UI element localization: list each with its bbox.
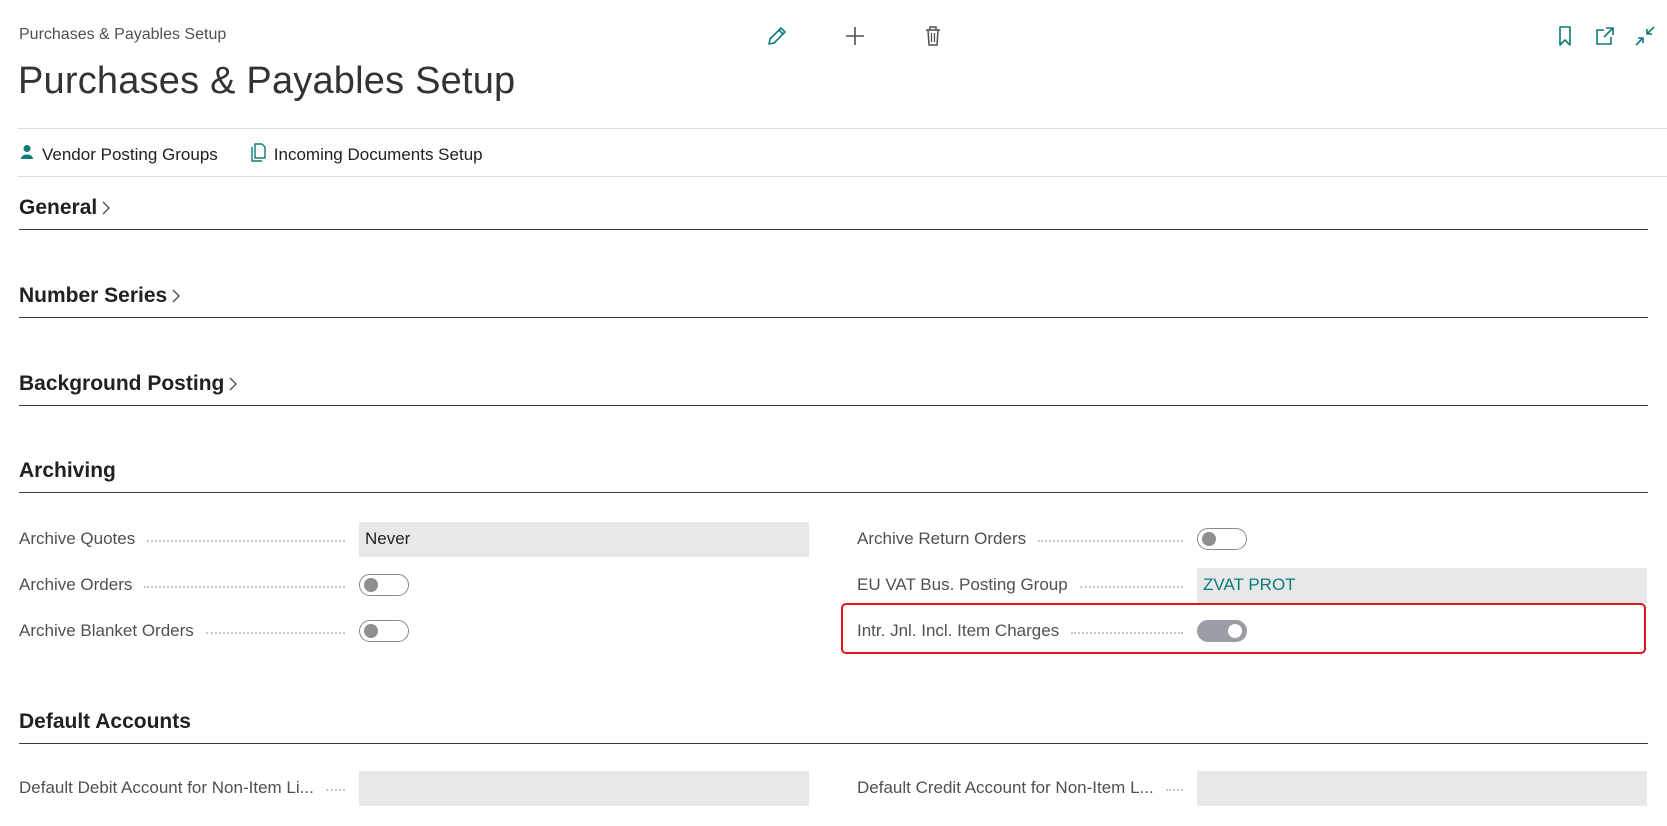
person-icon xyxy=(20,144,34,165)
field-label: Archive Orders xyxy=(19,575,133,594)
trash-icon[interactable] xyxy=(916,22,950,50)
toggle-cell xyxy=(359,574,809,596)
dotted-leader xyxy=(1165,789,1183,791)
section-background-posting[interactable]: Background Posting xyxy=(19,372,1648,406)
pencil-icon[interactable] xyxy=(760,22,794,50)
eu-vat-bus-posting-group-input[interactable]: ZVAT PROT xyxy=(1197,567,1647,603)
section-title: Default Accounts xyxy=(19,710,191,733)
action-label: Incoming Documents Setup xyxy=(273,144,483,164)
default-debit-account-input[interactable] xyxy=(359,770,809,806)
dotted-leader xyxy=(144,586,345,588)
archive-return-orders-field: Archive Return Orders xyxy=(857,521,1647,557)
field-label: Archive Blanket Orders xyxy=(19,621,194,640)
archive-orders-field: Archive Orders xyxy=(19,567,809,603)
dotted-leader xyxy=(205,632,345,634)
breadcrumb: Purchases & Payables Setup xyxy=(19,26,227,43)
field-label: Archive Quotes xyxy=(19,529,136,548)
divider xyxy=(18,128,1667,129)
window-toolbar xyxy=(1551,22,1659,50)
default-credit-account-input[interactable] xyxy=(1197,770,1647,806)
field-label: Default Debit Account for Non-Item Li... xyxy=(19,778,314,797)
archive-blanket-orders-field: Archive Blanket Orders xyxy=(19,613,809,649)
bookmark-icon[interactable] xyxy=(1551,22,1579,50)
section-general[interactable]: General xyxy=(19,196,1648,230)
dotted-leader xyxy=(147,540,345,542)
archive-orders-toggle[interactable] xyxy=(359,574,409,596)
page-title: Purchases & Payables Setup xyxy=(18,60,516,102)
field-label: Archive Return Orders xyxy=(857,529,1027,548)
toggle-cell xyxy=(359,620,809,642)
section-title: General xyxy=(19,196,111,220)
page-toolbar xyxy=(760,22,950,50)
divider xyxy=(18,176,1667,177)
field-label: Default Credit Account for Non-Item L... xyxy=(857,778,1154,797)
dotted-leader xyxy=(1079,586,1183,588)
open-new-window-icon[interactable] xyxy=(1591,22,1619,50)
section-number-series[interactable]: Number Series xyxy=(19,284,1648,318)
section-title: Background Posting xyxy=(19,372,238,396)
dotted-leader xyxy=(1038,540,1183,542)
chevron-right-icon xyxy=(172,289,181,303)
section-title: Number Series xyxy=(19,284,181,308)
action-bar: Vendor Posting Groups Incoming Documents… xyxy=(20,142,483,167)
archive-return-orders-toggle[interactable] xyxy=(1197,528,1247,550)
eu-vat-bus-posting-group-field: EU VAT Bus. Posting Group ZVAT PROT xyxy=(857,567,1647,603)
field-label: EU VAT Bus. Posting Group xyxy=(857,575,1068,594)
plus-icon[interactable] xyxy=(838,22,872,50)
default-credit-account-field: Default Credit Account for Non-Item L... xyxy=(857,770,1647,806)
default-debit-account-field: Default Debit Account for Non-Item Li... xyxy=(19,770,809,806)
dotted-leader xyxy=(1071,632,1183,634)
archive-quotes-field: Archive Quotes Never xyxy=(19,521,809,557)
intr-jnl-incl-item-charges-toggle[interactable] xyxy=(1197,620,1247,642)
section-default-accounts[interactable]: Default Accounts xyxy=(19,710,1648,744)
archive-blanket-orders-toggle[interactable] xyxy=(359,620,409,642)
document-icon xyxy=(250,142,266,167)
dotted-leader xyxy=(325,789,345,791)
intr-jnl-incl-item-charges-field: Intr. Jnl. Incl. Item Charges xyxy=(857,613,1647,649)
toggle-cell xyxy=(1197,528,1647,550)
collapse-icon[interactable] xyxy=(1631,22,1659,50)
section-title: Archiving xyxy=(19,459,116,482)
field-label: Intr. Jnl. Incl. Item Charges xyxy=(857,621,1060,640)
chevron-right-icon xyxy=(229,377,238,391)
action-label: Vendor Posting Groups xyxy=(42,144,218,164)
vendor-posting-groups-action[interactable]: Vendor Posting Groups xyxy=(20,142,218,167)
toggle-cell xyxy=(1197,620,1647,642)
section-archiving[interactable]: Archiving xyxy=(19,459,1648,493)
chevron-right-icon xyxy=(102,201,111,215)
incoming-documents-setup-action[interactable]: Incoming Documents Setup xyxy=(250,142,483,167)
archive-quotes-select[interactable]: Never xyxy=(359,521,809,557)
